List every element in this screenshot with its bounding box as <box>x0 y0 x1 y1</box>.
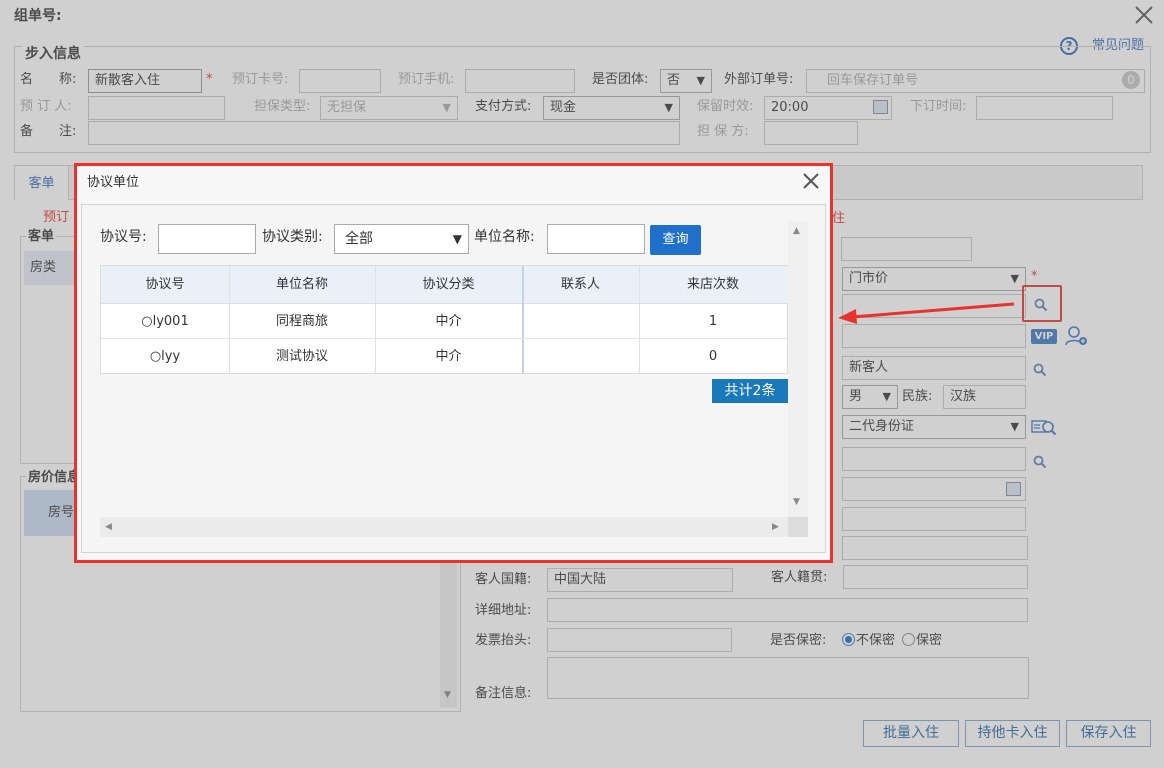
results-table: 协议号 单位名称 协议分类 联系人 来店次数 ○ly001 同程商旅 中介 1 … <box>100 265 789 374</box>
annotation-arrow <box>830 296 1020 326</box>
column-header-visits: 来店次数 <box>686 277 739 292</box>
vertical-scrollbar[interactable] <box>788 221 808 518</box>
cell-category: 中介 <box>435 314 462 329</box>
cell-unit-name: 同程商旅 <box>275 314 328 329</box>
column-header-category: 协议分类 <box>422 277 475 292</box>
cell-visits: 0 <box>708 349 718 364</box>
radio-icon: ○ <box>149 349 162 364</box>
column-header-contact: 联系人 <box>560 277 600 292</box>
scroll-left-icon[interactable]: ◀ <box>105 516 112 538</box>
agreement-no-input[interactable] <box>158 224 256 254</box>
scroll-up-icon[interactable]: ▲ <box>793 220 800 242</box>
cell-agreement-no: lyy <box>161 349 181 364</box>
category-value: 全部 <box>345 231 373 247</box>
radio-icon: ○ <box>141 314 153 329</box>
scroll-right-icon[interactable]: ▶ <box>772 516 779 538</box>
dialog-title: 协议单位 <box>87 175 140 190</box>
chevron-down-icon: ▼ <box>452 232 462 246</box>
cell-category: 中介 <box>435 349 462 364</box>
table-row[interactable]: ○ly001 同程商旅 中介 1 <box>101 304 789 339</box>
total-count-badge: 共计2条 <box>712 379 788 403</box>
dialog-body: 协议号: 协议类别: 全部 ▼ 单位名称: 查询 协议号 单位名称 协议分类 联系… <box>81 204 826 553</box>
cell-unit-name: 测试协议 <box>275 349 328 364</box>
cell-agreement-no: ly001 <box>152 314 189 329</box>
row-radio-no[interactable]: ○lyy <box>101 339 229 374</box>
agreement-unit-dialog: 协议单位 协议号: 协议类别: 全部 ▼ 单位名称: 查询 协议号 单位名称 协议… <box>74 163 833 563</box>
scrollbar-corner <box>788 517 808 537</box>
category-select[interactable]: 全部 ▼ <box>334 224 469 254</box>
cell-visits: 1 <box>708 314 718 329</box>
unit-name-input[interactable] <box>547 224 645 254</box>
horizontal-scrollbar[interactable] <box>100 517 788 537</box>
table-row[interactable]: ○lyy 测试协议 中介 0 <box>101 339 789 374</box>
query-button[interactable]: 查询 <box>650 225 701 255</box>
unit-name-label: 单位名称: <box>474 229 535 245</box>
table-header: 协议号 单位名称 协议分类 联系人 来店次数 <box>101 266 789 304</box>
agreement-no-label: 协议号: <box>100 229 147 245</box>
column-header-no: 协议号 <box>145 277 185 292</box>
dialog-close-icon[interactable] <box>801 171 821 191</box>
category-label: 协议类别: <box>262 229 323 245</box>
row-radio-no[interactable]: ○ly001 <box>101 304 229 339</box>
scroll-down-icon[interactable]: ▼ <box>793 491 800 513</box>
column-header-name: 单位名称 <box>275 277 328 292</box>
